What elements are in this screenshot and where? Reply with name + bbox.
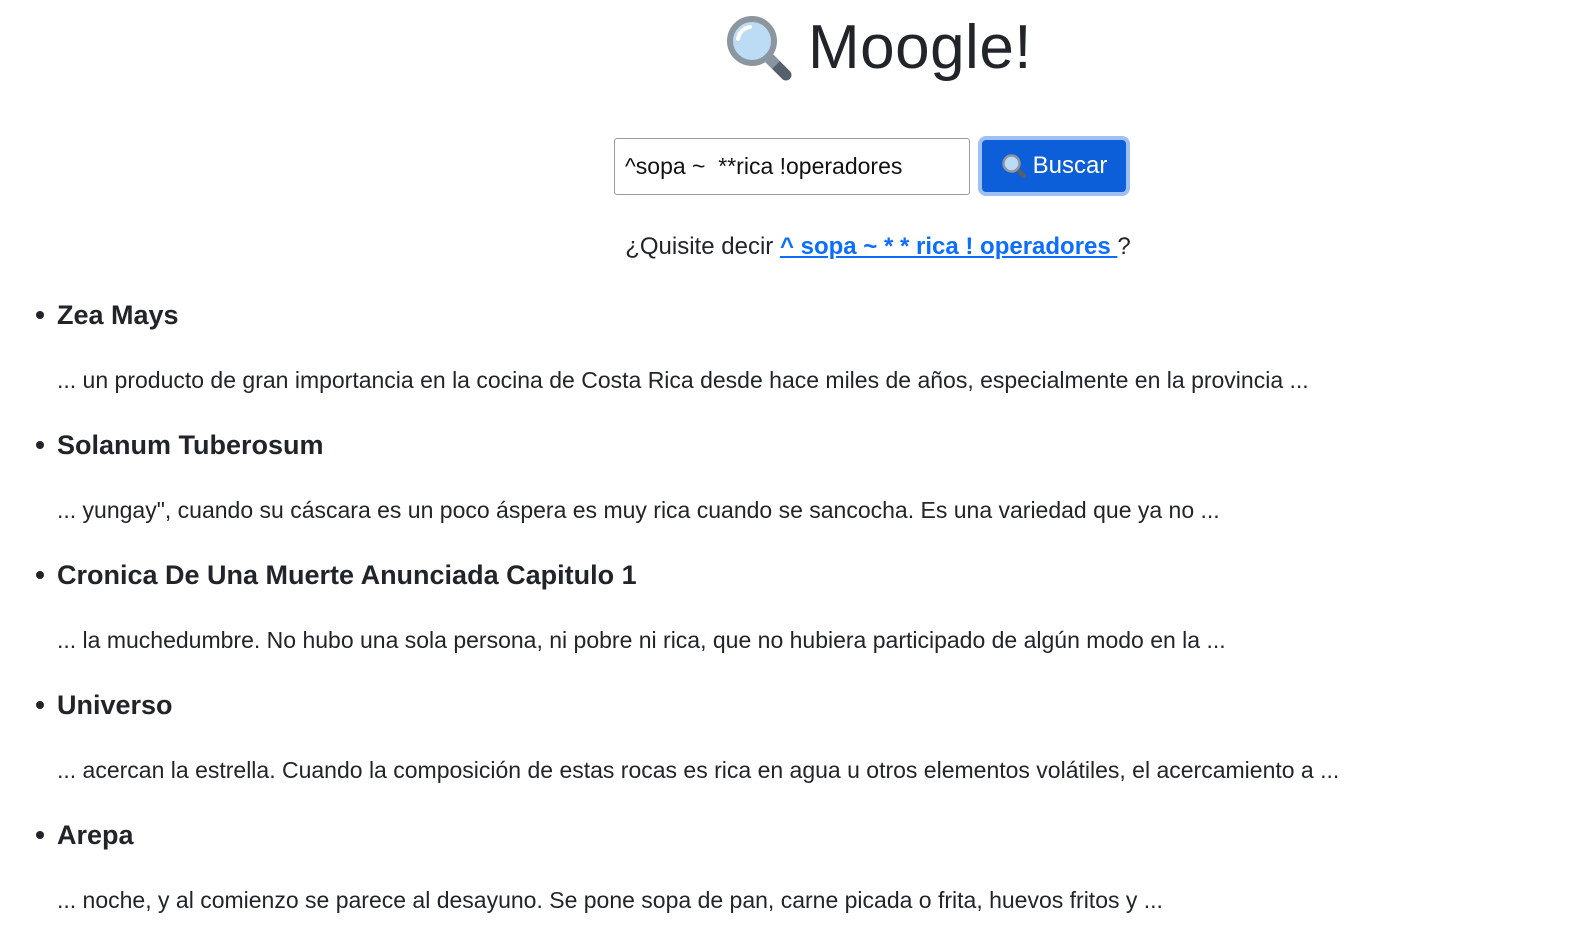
search-button-label: Buscar — [1032, 152, 1108, 179]
result-title[interactable]: Zea Mays — [57, 300, 179, 331]
result-snippet: ... noche, y al comienzo se parece al de… — [57, 887, 1163, 913]
magnifying-glass-icon — [1001, 153, 1027, 179]
result-title[interactable]: Solanum Tuberosum — [57, 430, 324, 461]
result-title[interactable]: Cronica De Una Muerte Anunciada Capitulo… — [57, 560, 637, 591]
search-button[interactable]: Buscar — [978, 136, 1130, 196]
result-item: Zea Mays ... un producto de gran importa… — [30, 295, 1550, 425]
page-title: Moogle! — [807, 13, 1033, 82]
magnifying-glass-icon — [724, 13, 794, 83]
suggestion-link[interactable]: ^ sopa ~ * * rica ! operadores — [780, 233, 1117, 260]
search-input[interactable] — [614, 137, 970, 195]
suggestion-prefix: ¿Quisite decir — [625, 233, 780, 260]
bullet — [36, 311, 44, 319]
bullet — [36, 701, 44, 709]
result-item: Cronica De Una Muerte Anunciada Capitulo… — [30, 555, 1550, 685]
result-snippet: ... yungay", cuando su cáscara es un poc… — [57, 497, 1220, 523]
result-item: Universo ... acercan la estrella. Cuando… — [30, 685, 1550, 815]
result-title[interactable]: Arepa — [57, 820, 134, 851]
result-item: Arepa ... noche, y al comienzo se parece… — [30, 815, 1550, 945]
bullet — [36, 831, 44, 839]
bullet — [36, 571, 44, 579]
result-snippet: ... la muchedumbre. No hubo una sola per… — [57, 627, 1226, 653]
search-bar: Buscar — [614, 136, 1130, 196]
page-header: Moogle! — [0, 8, 1586, 88]
result-title[interactable]: Universo — [57, 690, 173, 721]
result-snippet: ... acercan la estrella. Cuando la compo… — [57, 757, 1340, 783]
did-you-mean: ¿Quisite decir ^ sopa ~ * * rica ! opera… — [0, 233, 1586, 261]
result-item: Solanum Tuberosum ... yungay", cuando su… — [30, 425, 1550, 555]
results-list: Zea Mays ... un producto de gran importa… — [30, 295, 1550, 945]
result-snippet: ... un producto de gran importancia en l… — [57, 367, 1309, 393]
bullet — [36, 441, 44, 449]
suggestion-suffix: ? — [1117, 233, 1131, 260]
